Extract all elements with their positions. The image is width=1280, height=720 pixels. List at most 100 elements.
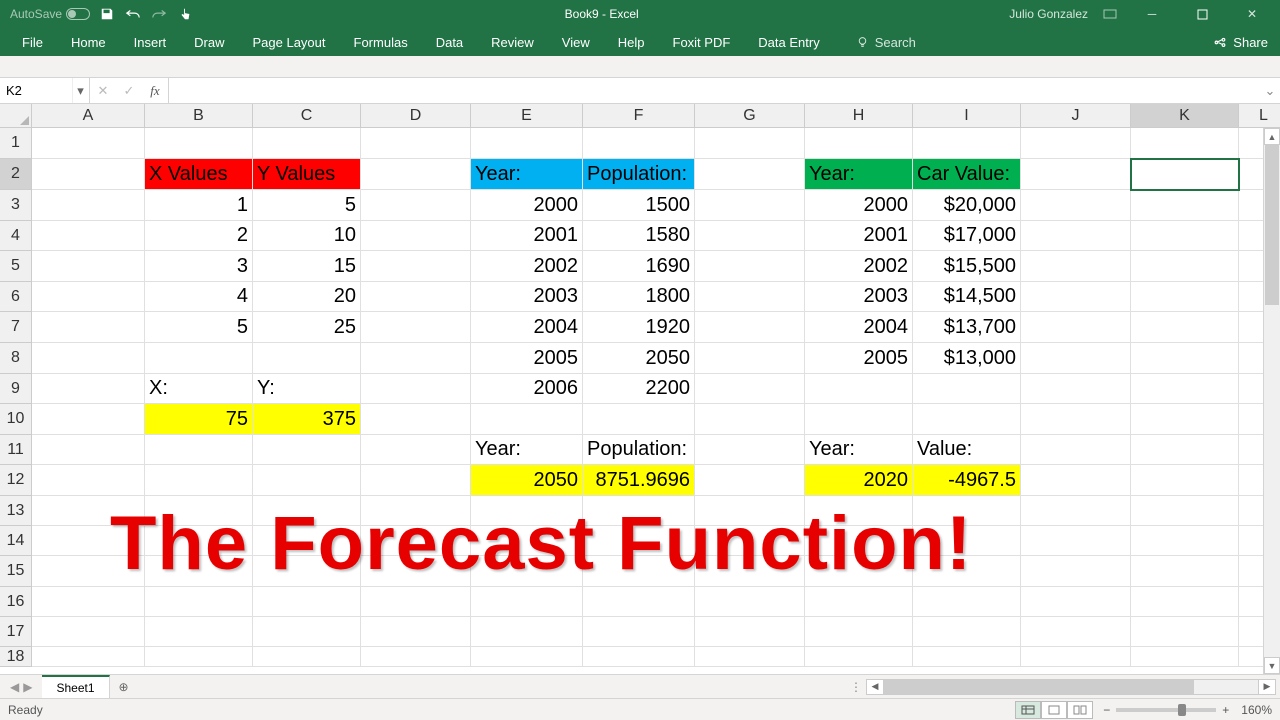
cell-C2[interactable]: Y Values bbox=[253, 159, 361, 190]
cell-C13[interactable] bbox=[253, 496, 361, 526]
cell-I1[interactable] bbox=[913, 128, 1021, 159]
cell-A17[interactable] bbox=[32, 617, 145, 647]
cell-G2[interactable] bbox=[695, 159, 805, 190]
cell-H3[interactable]: 2000 bbox=[805, 190, 913, 221]
tab-foxit-pdf[interactable]: Foxit PDF bbox=[659, 28, 745, 56]
cell-G1[interactable] bbox=[695, 128, 805, 159]
autosave-toggle[interactable]: AutoSave bbox=[10, 7, 90, 21]
cell-E18[interactable] bbox=[471, 647, 583, 667]
column-header-L[interactable]: L bbox=[1239, 104, 1280, 128]
tab-insert[interactable]: Insert bbox=[120, 28, 181, 56]
row-header-18[interactable]: 18 bbox=[0, 647, 32, 667]
cell-F17[interactable] bbox=[583, 617, 695, 647]
cell-K8[interactable] bbox=[1131, 343, 1239, 374]
cell-F8[interactable]: 2050 bbox=[583, 343, 695, 374]
cell-A8[interactable] bbox=[32, 343, 145, 374]
cell-B17[interactable] bbox=[145, 617, 253, 647]
sheet-nav-next-icon[interactable]: ▶ bbox=[23, 680, 32, 694]
cell-I14[interactable] bbox=[913, 526, 1021, 556]
cell-E1[interactable] bbox=[471, 128, 583, 159]
cell-J9[interactable] bbox=[1021, 374, 1131, 404]
cell-E4[interactable]: 2001 bbox=[471, 221, 583, 251]
cell-K12[interactable] bbox=[1131, 465, 1239, 496]
cell-H9[interactable] bbox=[805, 374, 913, 404]
cell-I8[interactable]: $13,000 bbox=[913, 343, 1021, 374]
cell-I9[interactable] bbox=[913, 374, 1021, 404]
cell-E12[interactable]: 2050 bbox=[471, 465, 583, 496]
row-header-17[interactable]: 17 bbox=[0, 617, 32, 647]
column-header-E[interactable]: E bbox=[471, 104, 583, 128]
cell-D13[interactable] bbox=[361, 496, 471, 526]
cell-K17[interactable] bbox=[1131, 617, 1239, 647]
cell-B4[interactable]: 2 bbox=[145, 221, 253, 251]
cell-B9[interactable]: X: bbox=[145, 374, 253, 404]
cell-E17[interactable] bbox=[471, 617, 583, 647]
cell-D3[interactable] bbox=[361, 190, 471, 221]
column-header-K[interactable]: K bbox=[1131, 104, 1239, 128]
cell-K1[interactable] bbox=[1131, 128, 1239, 159]
row-header-5[interactable]: 5 bbox=[0, 251, 32, 282]
cell-J7[interactable] bbox=[1021, 312, 1131, 343]
cell-C3[interactable]: 5 bbox=[253, 190, 361, 221]
cell-G7[interactable] bbox=[695, 312, 805, 343]
cell-H6[interactable]: 2003 bbox=[805, 282, 913, 312]
column-header-C[interactable]: C bbox=[253, 104, 361, 128]
cell-E5[interactable]: 2002 bbox=[471, 251, 583, 282]
page-layout-view-button[interactable] bbox=[1041, 701, 1067, 719]
cell-F4[interactable]: 1580 bbox=[583, 221, 695, 251]
cell-E11[interactable]: Year: bbox=[471, 435, 583, 465]
cell-J1[interactable] bbox=[1021, 128, 1131, 159]
cell-D2[interactable] bbox=[361, 159, 471, 190]
tab-data-entry[interactable]: Data Entry bbox=[744, 28, 833, 56]
cell-B11[interactable] bbox=[145, 435, 253, 465]
column-header-J[interactable]: J bbox=[1021, 104, 1131, 128]
cell-D6[interactable] bbox=[361, 282, 471, 312]
cell-C5[interactable]: 15 bbox=[253, 251, 361, 282]
cell-J3[interactable] bbox=[1021, 190, 1131, 221]
scroll-down-icon[interactable]: ▼ bbox=[1264, 657, 1280, 674]
cell-D1[interactable] bbox=[361, 128, 471, 159]
cell-E9[interactable]: 2006 bbox=[471, 374, 583, 404]
cell-K16[interactable] bbox=[1131, 587, 1239, 617]
cell-A2[interactable] bbox=[32, 159, 145, 190]
cell-E3[interactable]: 2000 bbox=[471, 190, 583, 221]
cell-E7[interactable]: 2004 bbox=[471, 312, 583, 343]
share-button[interactable]: Share bbox=[1213, 28, 1280, 56]
cell-G4[interactable] bbox=[695, 221, 805, 251]
sheet-tab-sheet1[interactable]: Sheet1 bbox=[42, 675, 109, 698]
sheet-nav-prev-icon[interactable]: ◀ bbox=[10, 680, 19, 694]
column-header-G[interactable]: G bbox=[695, 104, 805, 128]
cell-G13[interactable] bbox=[695, 496, 805, 526]
cell-A6[interactable] bbox=[32, 282, 145, 312]
cell-C12[interactable] bbox=[253, 465, 361, 496]
vertical-scrollbar[interactable]: ▲ ▼ bbox=[1263, 128, 1280, 674]
horizontal-scrollbar[interactable]: ⋮ ◀ ▶ bbox=[850, 675, 1280, 698]
new-sheet-button[interactable]: ⊕ bbox=[110, 675, 138, 698]
cell-E10[interactable] bbox=[471, 404, 583, 435]
cell-K6[interactable] bbox=[1131, 282, 1239, 312]
cell-D9[interactable] bbox=[361, 374, 471, 404]
tab-view[interactable]: View bbox=[548, 28, 604, 56]
cell-C7[interactable]: 25 bbox=[253, 312, 361, 343]
row-header-6[interactable]: 6 bbox=[0, 282, 32, 312]
cell-H5[interactable]: 2002 bbox=[805, 251, 913, 282]
cell-B7[interactable]: 5 bbox=[145, 312, 253, 343]
row-header-8[interactable]: 8 bbox=[0, 343, 32, 374]
column-header-B[interactable]: B bbox=[145, 104, 253, 128]
column-header-I[interactable]: I bbox=[913, 104, 1021, 128]
cell-K18[interactable] bbox=[1131, 647, 1239, 667]
cell-D11[interactable] bbox=[361, 435, 471, 465]
cell-D12[interactable] bbox=[361, 465, 471, 496]
row-header-7[interactable]: 7 bbox=[0, 312, 32, 343]
row-header-4[interactable]: 4 bbox=[0, 221, 32, 251]
cell-F12[interactable]: 8751.9696 bbox=[583, 465, 695, 496]
cell-I7[interactable]: $13,700 bbox=[913, 312, 1021, 343]
cell-K10[interactable] bbox=[1131, 404, 1239, 435]
cell-C11[interactable] bbox=[253, 435, 361, 465]
cell-K15[interactable] bbox=[1131, 556, 1239, 587]
cell-C14[interactable] bbox=[253, 526, 361, 556]
cell-G15[interactable] bbox=[695, 556, 805, 587]
cell-B5[interactable]: 3 bbox=[145, 251, 253, 282]
cell-C18[interactable] bbox=[253, 647, 361, 667]
tell-me-search[interactable]: Search bbox=[842, 28, 930, 56]
